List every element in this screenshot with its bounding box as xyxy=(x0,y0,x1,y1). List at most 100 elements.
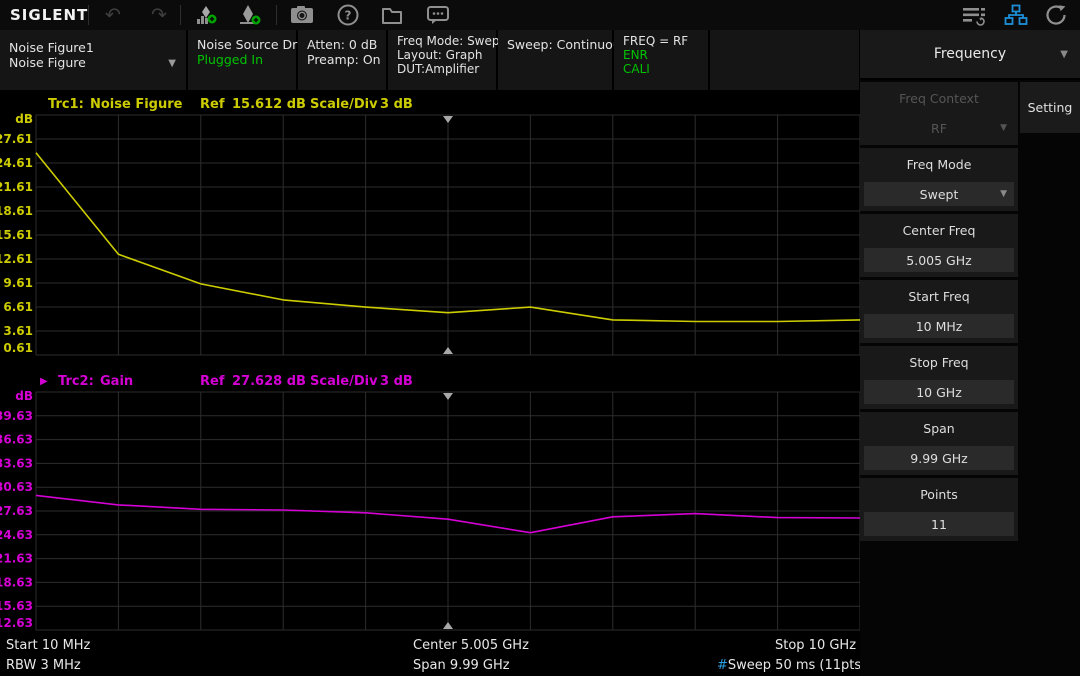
trace2-scale-label: Scale/Div xyxy=(310,374,378,389)
svg-text:6.61: 6.61 xyxy=(3,300,33,314)
sidebar-item-value[interactable]: 5.005 GHz xyxy=(864,248,1014,272)
sidebar-item-value[interactable]: 10 GHz xyxy=(864,380,1014,404)
task-list-icon[interactable] xyxy=(960,3,988,27)
tab-setting[interactable]: Setting xyxy=(1020,82,1080,133)
atten-value: Atten: 0 dB xyxy=(307,37,386,52)
network-icon[interactable] xyxy=(1002,3,1030,27)
sidebar-item-label: Stop Freq xyxy=(860,355,1018,370)
trace1-y-axis: dB27.6124.6121.6118.6115.6112.619.616.61… xyxy=(0,112,33,355)
sidebar-item-points[interactable]: Points 11 xyxy=(860,478,1018,541)
sidebar-header-frequency[interactable]: Frequency ▼ xyxy=(860,30,1080,80)
sidebar-item-value[interactable]: 10 MHz xyxy=(864,314,1014,338)
status-filler-cell xyxy=(710,30,859,90)
svg-text:27.61: 27.61 xyxy=(0,132,33,146)
freq-mode-status: Freq Mode: Swept xyxy=(397,34,496,48)
sidebar-item-label: Points xyxy=(860,487,1018,502)
noise-source-cell: Noise Source Drive Plugged In xyxy=(188,30,296,90)
atten-preamp-cell: Atten: 0 dB Preamp: On xyxy=(298,30,386,90)
sweep-time-readout: #Sweep 50 ms (11pts) xyxy=(717,658,866,673)
start-freq-readout: Start 10 MHz xyxy=(6,638,90,653)
freq-rf-status: FREQ = RF xyxy=(623,34,708,48)
trace2-ref-label: Ref xyxy=(200,374,224,389)
analyzer-screen: SIGLENT ↶ ↷ xyxy=(0,0,1080,676)
folder-icon[interactable] xyxy=(378,3,406,27)
sidebar-item-label: Span xyxy=(860,421,1018,436)
mode-layout-cell: Freq Mode: Swept Layout: Graph DUT:Ampli… xyxy=(388,30,496,90)
trace1-ref-label: Ref xyxy=(200,97,224,112)
camera-icon[interactable] xyxy=(288,3,316,27)
trace1-grid xyxy=(36,115,860,355)
add-marker-trace-icon[interactable] xyxy=(193,3,221,27)
top-toolbar: SIGLENT ↶ ↷ xyxy=(0,0,1080,30)
undo-icon[interactable]: ↶ xyxy=(99,3,127,27)
status-bar: Noise Figure1 Noise Figure ▼ Noise Sourc… xyxy=(0,30,860,90)
sidebar-item-span[interactable]: Span 9.99 GHz xyxy=(860,412,1018,475)
chevron-down-icon: ▼ xyxy=(1000,123,1007,133)
svg-text:21.63: 21.63 xyxy=(0,552,33,566)
sidebar-item-center-freq[interactable]: Center Freq 5.005 GHz xyxy=(860,214,1018,277)
trace1-ref-value: 15.612 dB xyxy=(232,97,306,112)
svg-text:dB: dB xyxy=(15,112,33,126)
trace1-scale-label: Scale/Div xyxy=(310,97,378,112)
measurement-name: Noise Figure1 xyxy=(9,40,186,55)
center-freq-marker-icon xyxy=(443,347,453,354)
measurement-selector[interactable]: Noise Figure1 Noise Figure ▼ xyxy=(0,30,186,90)
sidebar-item-value[interactable]: 11 xyxy=(864,512,1014,536)
help-icon[interactable]: ? xyxy=(334,3,362,27)
trace1-header: Trc1: Noise Figure Ref 15.612 dB Scale/D… xyxy=(0,97,860,113)
span-readout: Span 9.99 GHz xyxy=(413,658,510,673)
svg-text:dB: dB xyxy=(15,389,33,403)
center-freq-marker-icon xyxy=(443,116,453,123)
sidebar-item-freq-context: Freq ContextRF▼ xyxy=(860,82,1018,145)
sidebar-item-value[interactable]: Swept▼ xyxy=(864,182,1014,206)
trace1-scale-value: 3 dB xyxy=(380,97,413,112)
preamp-value: Preamp: On xyxy=(307,52,386,67)
trace2-header: ▶ Trc2: Gain Ref 27.628 dB Scale/Div 3 d… xyxy=(0,374,860,390)
toolbar-separator xyxy=(180,5,181,25)
sweep-mode-status: Sweep: Continuous xyxy=(507,37,612,52)
svg-text:12.61: 12.61 xyxy=(0,252,33,266)
svg-text:21.61: 21.61 xyxy=(0,180,33,194)
toolbar-separator xyxy=(88,5,89,25)
svg-text:12.63: 12.63 xyxy=(0,616,33,630)
svg-text:15.63: 15.63 xyxy=(0,599,33,613)
svg-text:36.63: 36.63 xyxy=(0,433,33,447)
svg-text:18.61: 18.61 xyxy=(0,204,33,218)
center-freq-readout: Center 5.005 GHz xyxy=(413,638,529,653)
trace1-name: Noise Figure xyxy=(90,97,182,112)
sidebar-item-value[interactable]: 9.99 GHz xyxy=(864,446,1014,470)
svg-text:?: ? xyxy=(345,9,352,23)
layout-status: Layout: Graph xyxy=(397,48,496,62)
center-freq-marker-icon xyxy=(443,393,453,400)
chevron-down-icon: ▼ xyxy=(1000,189,1007,199)
sidebar-items: Freq ContextRF▼ Freq Mode Swept▼ Center Fre… xyxy=(860,82,1018,544)
add-peak-marker-icon[interactable] xyxy=(236,3,264,27)
measurement-type: Noise Figure xyxy=(9,55,186,70)
sidebar-item-freq-mode[interactable]: Freq Mode Swept▼ xyxy=(860,148,1018,211)
enr-status: ENR xyxy=(623,48,708,62)
history-icon[interactable] xyxy=(1042,3,1070,27)
plot-region: Trc1: Noise Figure Ref 15.612 dB Scale/D… xyxy=(0,90,860,635)
sweep-mode-cell: Sweep: Continuous xyxy=(498,30,612,90)
rbw-readout: RBW 3 MHz xyxy=(6,658,81,673)
sidebar-header-label: Frequency xyxy=(934,46,1006,62)
trace2-grid xyxy=(36,392,860,630)
sidebar-item-start-freq[interactable]: Start Freq10 MHz xyxy=(860,280,1018,343)
message-icon[interactable] xyxy=(424,3,452,27)
sidebar-item-label: Center Freq xyxy=(860,223,1018,238)
cali-status: CALI xyxy=(623,62,708,76)
sidebar-item-stop-freq[interactable]: Stop Freq 10 GHz xyxy=(860,346,1018,409)
siglent-logo: SIGLENT xyxy=(10,6,88,24)
dut-status: DUT:Amplifier xyxy=(397,62,496,76)
trace2-name: Gain xyxy=(100,374,133,389)
trace2-y-axis: dB39.6336.6333.6330.6327.6324.6321.6318.… xyxy=(0,389,33,630)
trace1-id: Trc1: xyxy=(48,97,84,112)
chevron-down-icon: ▼ xyxy=(168,56,176,71)
trace2-ref-value: 27.628 dB xyxy=(232,374,306,389)
trace2-id: Trc2: xyxy=(58,374,94,389)
svg-text:15.61: 15.61 xyxy=(0,228,33,242)
redo-icon[interactable]: ↷ xyxy=(145,3,173,27)
freq-cal-cell: FREQ = RF ENR CALI xyxy=(614,30,708,90)
svg-text:24.61: 24.61 xyxy=(0,156,33,170)
sidebar-item-label: Freq Mode xyxy=(860,157,1018,172)
